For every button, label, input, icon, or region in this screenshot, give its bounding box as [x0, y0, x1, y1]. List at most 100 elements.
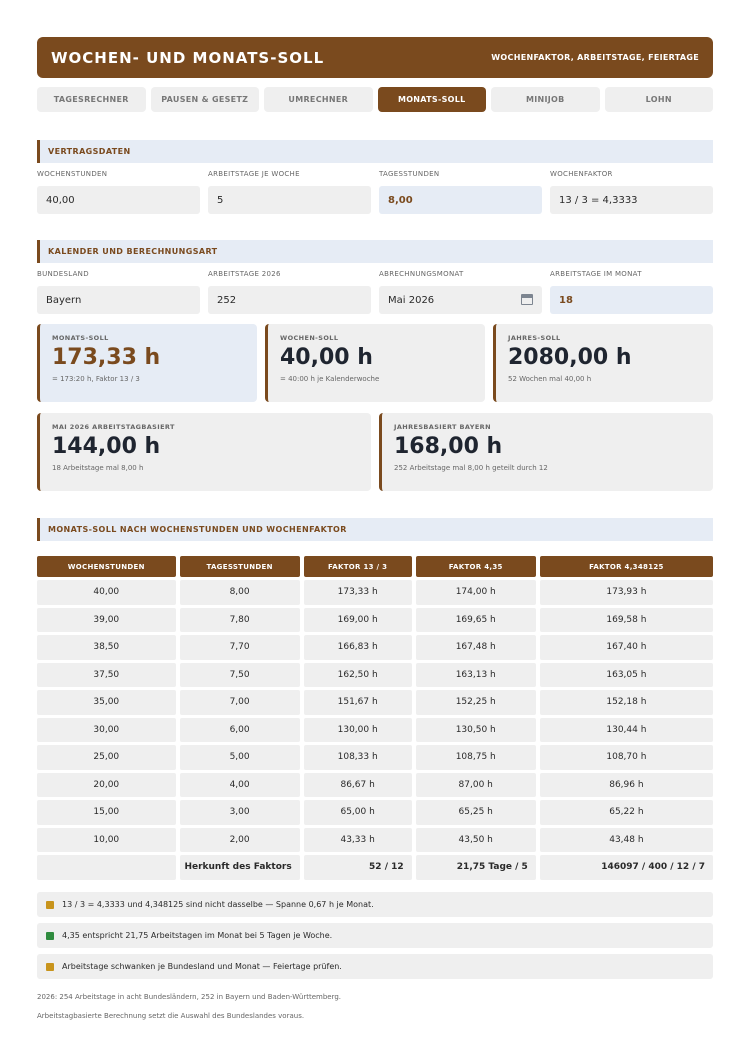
card-label: WOCHEN-SOLL	[280, 334, 339, 342]
table-cell: 5,00	[179, 745, 300, 770]
field-arbeitstage-woche: ARBEITSTAGE JE WOCHE 5	[208, 170, 371, 214]
table-cell: 40,00	[37, 580, 176, 605]
page-subtitle: WOCHENFAKTOR, ARBEITSTAGE, FEIERTAGE	[491, 53, 699, 62]
table-cell: 37,50	[37, 662, 176, 687]
table-header-row: WOCHENSTUNDEN TAGESSTUNDEN FAKTOR 13 / 3…	[37, 556, 713, 577]
table-cell: 86,67 h	[303, 772, 412, 797]
card-sub: = 40:00 h je Kalenderwoche	[280, 375, 380, 383]
footnote: 2026: 254 Arbeitstage in acht Bundesländ…	[37, 993, 342, 1001]
table-row: 15,00 3,00 65,00 h 65,25 h 65,22 h	[37, 800, 713, 825]
table-cell: 108,70 h	[539, 745, 713, 770]
table-cell: 30,00	[37, 717, 176, 742]
table-cell: 65,00 h	[303, 800, 412, 825]
table-cell: 167,48 h	[415, 635, 536, 660]
tab-minijob[interactable]: MINIJOB	[491, 87, 600, 112]
bundesland-select[interactable]: Bayern	[37, 286, 200, 314]
table-cell: 3,00	[179, 800, 300, 825]
table-cell: 7,80	[179, 607, 300, 632]
tab-tagesrechner[interactable]: TAGESRECHNER	[37, 87, 146, 112]
page-header: WOCHEN- UND MONATS-SOLL WOCHENFAKTOR, AR…	[37, 37, 713, 78]
wochenfaktor-select[interactable]: 13 / 3 = 4,3333	[550, 186, 713, 214]
status-dot-icon	[46, 962, 54, 971]
note-text: 4,35 entspricht 21,75 Arbeitstagen im Mo…	[62, 931, 333, 940]
card-value: 2080,00 h	[508, 345, 632, 370]
calendar-icon[interactable]	[521, 294, 533, 305]
table-row: 25,00 5,00 108,33 h 108,75 h 108,70 h	[37, 745, 713, 770]
card-value: 168,00 h	[394, 434, 503, 459]
field-wochenstunden: WOCHENSTUNDEN 40,00	[37, 170, 200, 214]
kalender-fields: BUNDESLAND Bayern ARBEITSTAGE 2026 252 A…	[37, 270, 713, 314]
note-text: 13 / 3 = 4,3333 und 4,348125 sind nicht …	[62, 900, 374, 909]
table-row: 37,50 7,50 162,50 h 163,13 h 163,05 h	[37, 662, 713, 687]
tab-monats-soll[interactable]: MONATS-SOLL	[377, 87, 486, 112]
section-title-vertragsdaten: VERTRAGSDATEN	[37, 140, 713, 163]
table-row: 38,50 7,70 166,83 h 167,48 h 167,40 h	[37, 635, 713, 660]
table-cell: 7,70	[179, 635, 300, 660]
field-tagesstunden: TAGESSTUNDEN 8,00	[379, 170, 542, 214]
table-cell: 163,13 h	[415, 662, 536, 687]
column-header: WOCHENSTUNDEN	[37, 556, 176, 577]
table-cell: 25,00	[37, 745, 176, 770]
table-cell: 108,75 h	[415, 745, 536, 770]
table-cell: 39,00	[37, 607, 176, 632]
table-cell: 2,00	[179, 827, 300, 852]
table-cell: 43,50 h	[415, 827, 536, 852]
arbeitstage-monat-output: 18	[550, 286, 713, 314]
field-bundesland: BUNDESLAND Bayern	[37, 270, 200, 314]
table-cell: 6,00	[179, 717, 300, 742]
table-row: 20,00 4,00 86,67 h 87,00 h 86,96 h	[37, 772, 713, 797]
abrechnungsmonat-input[interactable]: Mai 2026	[379, 286, 542, 314]
card-value: 144,00 h	[52, 434, 161, 459]
footer-cell: 52 / 12	[303, 855, 412, 880]
footer-cell: Herkunft des Faktors	[179, 855, 300, 880]
table-cell: 167,40 h	[539, 635, 713, 660]
table-cell: 173,93 h	[539, 580, 713, 605]
column-header: FAKTOR 13 / 3	[303, 556, 412, 577]
table-cell: 169,65 h	[415, 607, 536, 632]
tab-bar: TAGESRECHNER PAUSEN & GESETZ UMRECHNER M…	[37, 87, 713, 112]
status-dot-icon	[46, 931, 54, 940]
field-label: WOCHENSTUNDEN	[37, 170, 108, 178]
card-jahresbasiert-bayern: JAHRESBASIERT BAYERN 168,00 h 252 Arbeit…	[379, 413, 713, 491]
note-item: 4,35 entspricht 21,75 Arbeitstagen im Mo…	[37, 923, 713, 948]
card-sub: 18 Arbeitstage mal 8,00 h	[52, 464, 144, 472]
wochenstunden-input[interactable]: 40,00	[37, 186, 200, 214]
table-cell: 169,58 h	[539, 607, 713, 632]
table-cell: 20,00	[37, 772, 176, 797]
table-cell: 43,33 h	[303, 827, 412, 852]
field-arbeitstage-monat: ARBEITSTAGE IM MONAT 18	[550, 270, 713, 314]
field-label: ARBEITSTAGE JE WOCHE	[208, 170, 300, 178]
arbeitstage-woche-input[interactable]: 5	[208, 186, 371, 214]
table-cell: 87,00 h	[415, 772, 536, 797]
page-title: WOCHEN- UND MONATS-SOLL	[51, 48, 325, 67]
table-row: 35,00 7,00 151,67 h 152,25 h 152,18 h	[37, 690, 713, 715]
tab-pausen-gesetz[interactable]: PAUSEN & GESETZ	[150, 87, 259, 112]
field-wochenfaktor: WOCHENFAKTOR 13 / 3 = 4,3333	[550, 170, 713, 214]
table-cell: 4,00	[179, 772, 300, 797]
card-wochen-soll: WOCHEN-SOLL 40,00 h = 40:00 h je Kalende…	[265, 324, 485, 402]
arbeitstage-jahr-input[interactable]: 252	[208, 286, 371, 314]
table-cell: 65,22 h	[539, 800, 713, 825]
table-cell: 15,00	[37, 800, 176, 825]
table-cell: 163,05 h	[539, 662, 713, 687]
table-cell: 162,50 h	[303, 662, 412, 687]
card-monats-soll: MONATS-SOLL 173,33 h = 173:20 h, Faktor …	[37, 324, 257, 402]
field-arbeitstage-jahr: ARBEITSTAGE 2026 252	[208, 270, 371, 314]
vertrag-fields: WOCHENSTUNDEN 40,00 ARBEITSTAGE JE WOCHE…	[37, 170, 713, 214]
card-label: MONATS-SOLL	[52, 334, 109, 342]
table-cell: 10,00	[37, 827, 176, 852]
section-title-kalender: KALENDER UND BERECHNUNGSART	[37, 240, 713, 263]
column-header: FAKTOR 4,348125	[539, 556, 713, 577]
table-cell: 173,33 h	[303, 580, 412, 605]
table-cell: 108,33 h	[303, 745, 412, 770]
field-label: ARBEITSTAGE 2026	[208, 270, 281, 278]
field-label: TAGESSTUNDEN	[379, 170, 440, 178]
card-sub: 252 Arbeitstage mal 8,00 h geteilt durch…	[394, 464, 548, 472]
tagesstunden-output: 8,00	[379, 186, 542, 214]
field-label: ARBEITSTAGE IM MONAT	[550, 270, 642, 278]
field-label: WOCHENFAKTOR	[550, 170, 613, 178]
table-body: 40,00 8,00 173,33 h 174,00 h 173,93 h 39,00 7,…	[37, 580, 713, 880]
tab-umrechner[interactable]: UMRECHNER	[264, 87, 373, 112]
table-cell: 43,48 h	[539, 827, 713, 852]
tab-lohn[interactable]: LOHN	[604, 87, 713, 112]
